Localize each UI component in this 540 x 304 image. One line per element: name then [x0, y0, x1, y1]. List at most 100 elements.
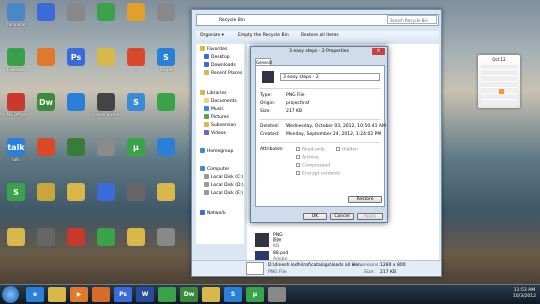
- app-icon: [37, 138, 55, 156]
- desktop-icon-app-7[interactable]: [32, 48, 60, 67]
- taskbar-firefox-icon[interactable]: [92, 287, 110, 302]
- desktop-icon-app-29[interactable]: [122, 228, 150, 247]
- nav-drive-c[interactable]: Local Disk (C:): [204, 174, 243, 182]
- navigation-pane: Favorites Desktop Downloads Recent Place…: [196, 44, 244, 244]
- app-icon: [7, 93, 25, 111]
- desktop-icon-app-12[interactable]: [62, 3, 90, 22]
- taskbar-media-icon[interactable]: ▶: [70, 287, 88, 302]
- desktop-icon-app-11[interactable]: [32, 228, 60, 247]
- homegroup-icon: [200, 148, 205, 153]
- music-icon: [204, 106, 209, 111]
- desktop-icon-canon-pixma[interactable]: canon pixma: [92, 93, 120, 117]
- taskbar-photoshop-icon[interactable]: Ps: [114, 287, 132, 302]
- nav-videos[interactable]: Videos: [204, 130, 226, 138]
- desktop-icon-app-16[interactable]: [62, 183, 90, 202]
- desktop-icon-app-21[interactable]: [92, 138, 120, 157]
- desktop-icon-app-30[interactable]: [152, 3, 180, 22]
- empty-recycle-bin-button[interactable]: Empty the Recycle Bin: [238, 33, 289, 38]
- restore-all-button[interactable]: Restore all items: [301, 33, 339, 38]
- nav-homegroup[interactable]: Homegroup: [200, 148, 233, 156]
- organize-button[interactable]: Organize ▾: [200, 33, 224, 38]
- desktop-icon-talk[interactable]: talk talk: [2, 138, 30, 162]
- search-input[interactable]: Search Recycle Bin: [387, 15, 437, 24]
- taskbar-folder-icon[interactable]: [202, 287, 220, 302]
- desktop-icon-app-9[interactable]: [32, 138, 60, 157]
- compressed-checkbox[interactable]: Compressed: [296, 163, 330, 169]
- start-button[interactable]: [2, 286, 19, 303]
- taskbar-app-icon[interactable]: [268, 287, 286, 302]
- app-icon: [7, 3, 25, 21]
- desktop-icon-app-28[interactable]: [122, 183, 150, 202]
- cancel-button[interactable]: Cancel: [330, 213, 354, 220]
- nav-documents[interactable]: Documents: [204, 98, 237, 106]
- desktop-icon-computer[interactable]: Computer: [2, 3, 30, 27]
- encrypt-checkbox[interactable]: Encrypt contents: [296, 171, 340, 177]
- app-icon: [7, 48, 25, 66]
- desktop-icon-app-8[interactable]: Dw: [32, 93, 60, 112]
- nav-desktop[interactable]: Desktop: [204, 54, 230, 62]
- nav-drive-e[interactable]: Local Disk (E:): [204, 190, 243, 198]
- desktop-icon-app-6[interactable]: [32, 3, 60, 22]
- desktop-icon-evernote[interactable]: Evernote: [2, 48, 30, 72]
- apply-button[interactable]: Apply: [357, 213, 383, 220]
- nav-drive-d[interactable]: Local Disk (D:): [204, 182, 244, 190]
- app-icon: [37, 3, 55, 21]
- nav-recent-places[interactable]: Recent Places: [204, 70, 242, 78]
- desktop-icon-app-10[interactable]: [32, 183, 60, 202]
- close-button[interactable]: ×: [372, 48, 385, 55]
- app-icon: [67, 3, 85, 21]
- taskbar-explorer-icon[interactable]: [48, 287, 66, 302]
- nav-music[interactable]: Music: [204, 106, 224, 114]
- app-icon: Ps: [67, 48, 85, 66]
- desktop-icon-app-27[interactable]: µ: [122, 138, 150, 157]
- desktop-icon-app-14[interactable]: [62, 93, 90, 112]
- desktop-icon-app-15[interactable]: [62, 138, 90, 157]
- taskbar-dreamweaver-icon[interactable]: Dw: [180, 287, 198, 302]
- taskbar-skype-icon[interactable]: S: [224, 287, 242, 302]
- desktop-icon-app-23[interactable]: [92, 228, 120, 247]
- desktop-icon-app-19[interactable]: [92, 48, 120, 67]
- app-icon: [67, 93, 85, 111]
- hidden-checkbox[interactable]: Hidden: [336, 147, 358, 153]
- desktop-icon-app-5[interactable]: [2, 228, 30, 247]
- desktop-icon-app-33[interactable]: [152, 138, 180, 157]
- filename-field[interactable]: 3 easy steps - 2: [280, 73, 380, 81]
- app-icon: µ: [127, 138, 145, 156]
- nav-subversion[interactable]: Subversion: [204, 122, 236, 130]
- app-icon: [127, 48, 145, 66]
- nav-favorites[interactable]: Favorites: [200, 46, 227, 54]
- app-icon: [67, 183, 85, 201]
- desktop-icon-app-13[interactable]: Ps: [62, 48, 90, 67]
- archive-checkbox[interactable]: Archive: [296, 155, 319, 161]
- desktop-icon-app-17[interactable]: [62, 228, 90, 247]
- nav-downloads[interactable]: Downloads: [204, 62, 236, 70]
- taskbar-word-icon[interactable]: W: [136, 287, 154, 302]
- desktop-icon-app-35[interactable]: [152, 228, 180, 247]
- restore-button[interactable]: Restore: [348, 196, 382, 203]
- library-icon: [200, 90, 205, 95]
- desktop-icon-ms-office[interactable]: MS Office: [2, 93, 30, 117]
- desktop-icon-skype[interactable]: S Skype: [152, 48, 180, 72]
- nav-computer[interactable]: Computer: [200, 166, 229, 174]
- nav-pictures[interactable]: Pictures: [204, 114, 229, 122]
- desktop-icon-app-34[interactable]: [152, 183, 180, 202]
- desktop-icon-app-25[interactable]: [122, 48, 150, 67]
- file-thumbnail: [255, 233, 269, 247]
- taskbar-utorrent-icon[interactable]: µ: [246, 287, 264, 302]
- clock[interactable]: 11:53 AM 10/3/2012: [513, 288, 536, 300]
- star-icon: [200, 46, 205, 51]
- properties-dialog: 3 easy steps - 2 Properties × General 3 …: [250, 46, 388, 223]
- desktop-icon-app-18[interactable]: [92, 3, 120, 22]
- desktop-icon-app-22[interactable]: [92, 183, 120, 202]
- ok-button[interactable]: OK: [303, 213, 327, 220]
- nav-libraries[interactable]: Libraries: [200, 90, 226, 98]
- desktop-icon-app-4[interactable]: S: [2, 183, 30, 202]
- desktop-icon-app-32[interactable]: [152, 93, 180, 112]
- desktop-icon-app-24[interactable]: [122, 3, 150, 22]
- taskbar-chrome-icon[interactable]: [158, 287, 176, 302]
- nav-network[interactable]: Network: [200, 210, 226, 218]
- taskbar-ie-icon[interactable]: e: [26, 287, 44, 302]
- readonly-checkbox[interactable]: Read-only: [296, 147, 325, 153]
- calendar-gadget[interactable]: Oct 12: [478, 55, 520, 108]
- desktop-icon-app-26[interactable]: S: [122, 93, 150, 112]
